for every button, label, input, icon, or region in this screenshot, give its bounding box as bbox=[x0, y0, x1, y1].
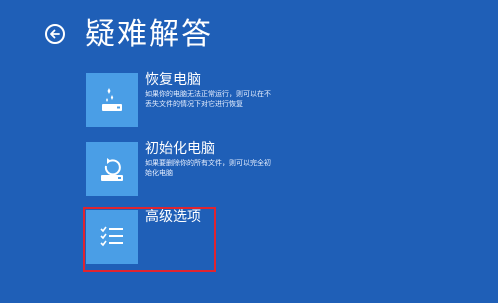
reset-pc-icon bbox=[101, 158, 123, 181]
refresh-pc-tile[interactable] bbox=[86, 73, 138, 127]
option-refresh-pc[interactable]: 恢复电脑 如果你的电脑无法正常运行，则可以在不丢失文件的情况下对它进行恢复 bbox=[86, 72, 466, 129]
option-description: 如果你的电脑无法正常运行，则可以在不丢失文件的情况下对它进行恢复 bbox=[145, 90, 271, 108]
option-description: 如果要删除你的所有文件，则可以完全初始化电脑 bbox=[145, 159, 271, 177]
option-title: 初始化电脑 bbox=[145, 141, 215, 157]
selection-highlight bbox=[83, 207, 216, 272]
page-title: 疑难解答 bbox=[85, 17, 213, 52]
refresh-pc-icon bbox=[102, 88, 122, 111]
troubleshoot-screen: 疑难解答 恢复电脑 如果你的电脑无法正常运行，则可以在不丢失文件的情况下对它进行… bbox=[0, 0, 498, 303]
option-title: 恢复电脑 bbox=[145, 72, 201, 88]
back-arrow-icon bbox=[50, 29, 60, 39]
back-button[interactable] bbox=[45, 24, 65, 44]
option-reset-pc[interactable]: 初始化电脑 如果要删除你的所有文件，则可以完全初始化电脑 bbox=[86, 141, 466, 198]
reset-pc-tile[interactable] bbox=[86, 142, 138, 196]
